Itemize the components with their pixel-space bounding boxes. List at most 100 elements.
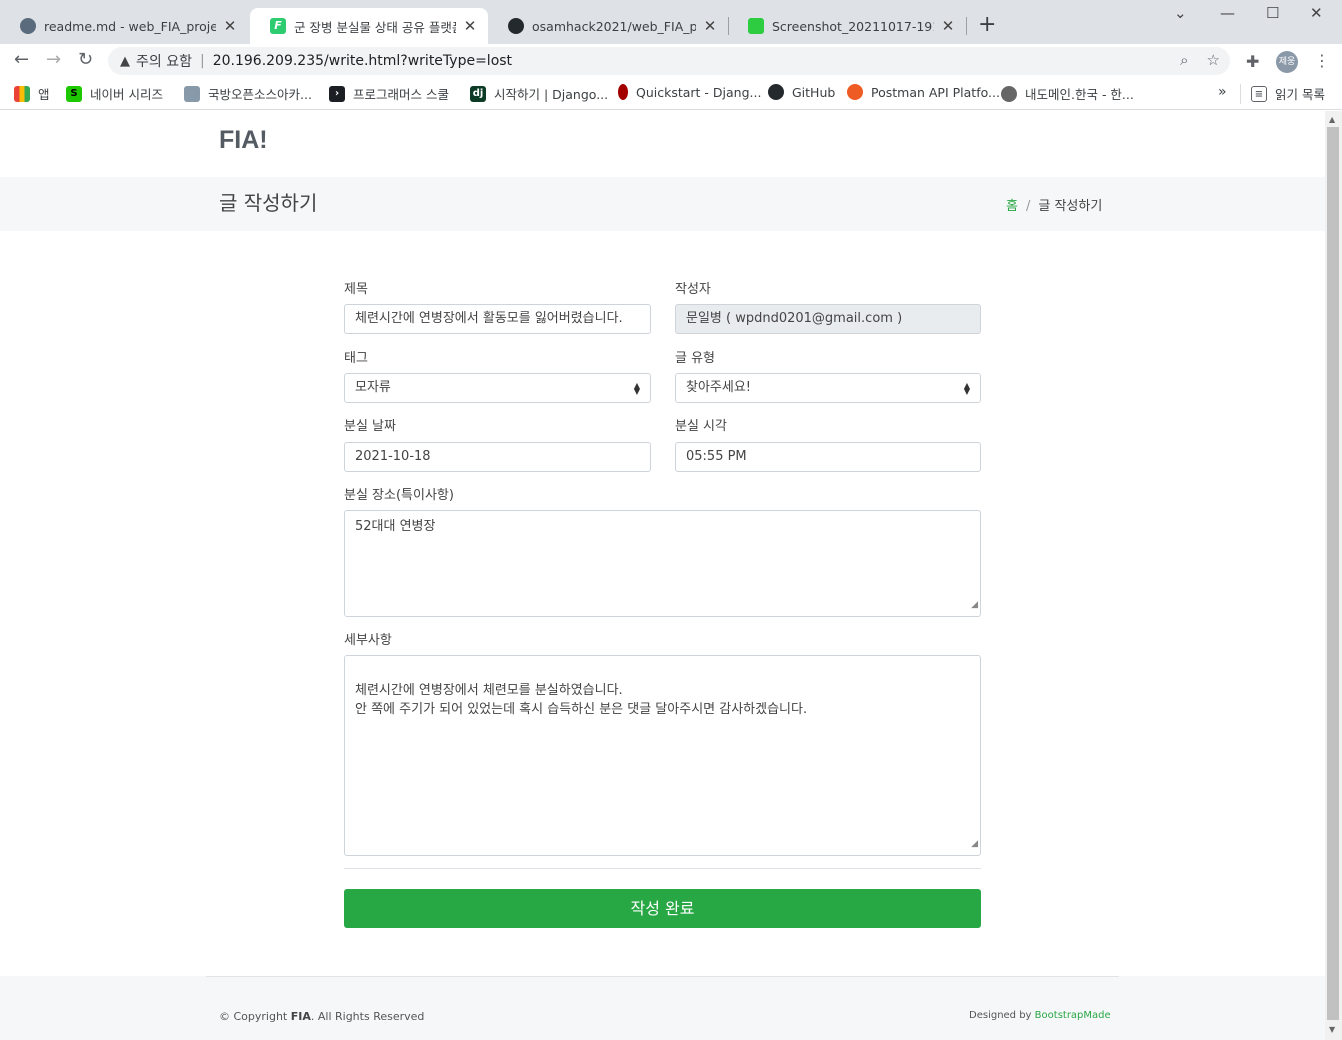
kakao-icon [748,18,764,34]
bookmark-osam[interactable]: 국방오픈소스아카... [184,84,312,103]
tag-label: 태그 [344,351,368,366]
footer-divider [206,976,1119,977]
page-title: 글 작성하기 [219,191,318,215]
browser-tab-strip: readme.md - web_FIA_projectFIA ✕ F 군 장병 … [0,0,1342,44]
reading-list-icon: ≡ [1251,85,1267,102]
scrollbar-thumb[interactable] [1327,127,1339,1020]
post-type-selected-value: 찾아주세요! [686,380,752,395]
bookmark-label: GitHub [792,84,836,100]
close-icon[interactable]: ✕ [462,17,478,35]
bookmark-label: 내도메인.한국 - 한... [1025,87,1134,102]
scroll-up-arrow-icon[interactable]: ▲ [1329,115,1335,124]
bookmark-github[interactable]: GitHub [768,84,835,100]
bookmark-drf[interactable]: Quickstart - Djang... [618,84,761,100]
bookmark-label: 시작하기 | Django... [494,87,609,102]
bookmark-django[interactable]: dj 시작하기 | Django... [470,84,608,103]
github-icon [508,18,524,34]
bookmark-label: 앱 [38,87,50,102]
scroll-down-arrow-icon[interactable]: ▼ [1329,1025,1335,1034]
lost-date-label: 분실 날짜 [344,419,396,434]
title-input[interactable]: 체련시간에 연병장에서 활동모를 잃어버렸습니다. [344,304,651,334]
tab-screenshot[interactable]: Screenshot_20211017-191029_K ✕ [728,8,966,44]
globe-icon [1001,85,1017,102]
designer-link[interactable]: BootstrapMade [1035,1010,1111,1021]
author-label: 작성자 [675,282,711,297]
submit-button[interactable]: 작성 완료 [344,889,981,928]
close-icon[interactable]: ✕ [222,17,238,35]
bookmark-apps[interactable]: 앱 [14,84,50,103]
detail-textarea[interactable]: 체련시간에 연병장에서 체련모를 분실하였습니다. 안 쪽에 주기가 되어 있었… [344,655,981,856]
osam-icon [184,85,200,102]
warning-triangle-icon[interactable]: ▲ [120,54,130,69]
bookmark-postman[interactable]: Postman API Platfo... [847,84,1000,100]
breadcrumb-home-link[interactable]: 홈 [1006,199,1018,214]
reload-icon[interactable]: ↻ [78,50,93,70]
django-icon: dj [470,85,486,102]
reading-list[interactable]: ≡ 읽기 목록 [1251,84,1325,103]
bookmark-label: 네이버 시리즈 [90,87,163,102]
credits: Designed by BootstrapMade [969,1010,1111,1021]
lost-place-textarea[interactable]: 52대대 연병장 ◢ [344,510,981,617]
footer: © Copyright FIA. All Rights Reserved Des… [0,976,1325,1040]
site-logo[interactable]: FIA! [219,126,268,155]
close-icon[interactable]: ✕ [940,17,956,35]
new-tab-plus-icon[interactable]: + [978,14,996,36]
bookmark-naver-series[interactable]: S 네이버 시리즈 [66,84,163,103]
maximize-icon[interactable]: ☐ [1266,4,1279,22]
security-warning-text[interactable]: 주의 요함 [136,51,192,71]
bookmarks-divider [1240,84,1241,104]
lost-time-input[interactable]: 05:55 PM [675,442,981,472]
breadcrumb: 홈 / 글 작성하기 [1006,195,1102,214]
zoom-magnifier-icon[interactable]: ⌕ [1180,51,1188,69]
tab-write-page[interactable]: F 군 장병 분실물 상태 공유 플랫폼 ✕ [250,8,488,44]
close-icon[interactable]: ✕ [702,17,718,35]
page-scrollbar[interactable]: ▲ ▼ [1325,111,1342,1040]
reading-list-label: 읽기 목록 [1275,87,1325,102]
programmers-icon: › [329,85,345,102]
url-text[interactable]: 20.196.209.235/write.html?writeType=lost [213,53,512,69]
select-caret-icon: ▲ ▼ [963,381,970,396]
bookmark-star-icon[interactable]: ☆ [1207,51,1220,69]
tag-select[interactable]: 모자류 ▲ ▼ [344,373,651,403]
post-type-label: 글 유형 [675,351,716,366]
omnibox-divider: | [199,53,205,69]
bookmark-label: 프로그래머스 스쿨 [353,87,449,102]
tab-github-repo[interactable]: osamhack2021/web_FIA_project ✕ [488,8,728,44]
bookmark-label: Postman API Platfo... [871,84,1000,100]
bookmark-label: 국방오픈소스아카... [208,87,312,102]
back-arrow-icon[interactable]: ← [14,50,29,70]
forward-arrow-icon[interactable]: → [46,50,61,70]
resize-grip-icon[interactable]: ◢ [971,835,978,854]
address-bar[interactable]: ▲ 주의 요함 | 20.196.209.235/write.html?writ… [108,47,1230,75]
tab-search-chevron-icon[interactable]: ⌄ [1174,4,1187,22]
bookmarks-bar: 앱 S 네이버 시리즈 국방오픈소스아카... › 프로그래머스 스쿨 dj 시… [0,78,1342,110]
menu-kebab-icon[interactable]: ⋮ [1314,51,1330,70]
tab-readme[interactable]: readme.md - web_FIA_projectFIA ✕ [0,8,248,44]
extensions-puzzle-icon[interactable]: ✚ [1246,52,1259,71]
bookmarks-overflow-chevron[interactable]: » [1218,84,1227,100]
naver-series-icon: S [66,85,82,102]
lost-date-input[interactable]: 2021-10-18 [344,442,651,472]
bookmark-label: Quickstart - Djang... [636,84,762,100]
detail-text: 체련시간에 연병장에서 체련모를 분실하였습니다. 안 쪽에 주기가 되어 있었… [355,683,808,717]
form-divider [344,868,981,869]
drf-icon [618,84,628,100]
lost-place-text: 52대대 연병장 [355,519,436,534]
tab-title: 군 장병 분실물 상태 공유 플랫폼 [294,19,456,35]
profile-avatar[interactable]: 제웅 [1276,51,1298,73]
resize-grip-icon[interactable]: ◢ [971,596,978,615]
window-close-icon[interactable]: ✕ [1310,4,1323,22]
browser-toolbar: ← → ↻ ▲ 주의 요함 | 20.196.209.235/write.htm… [0,44,1342,78]
title-label: 제목 [344,282,368,297]
minimize-icon[interactable]: — [1220,4,1235,22]
lost-place-label: 분실 장소(특이사항) [344,488,454,503]
breadcrumb-separator: / [1025,199,1031,214]
github-icon [768,84,784,100]
apps-grid-icon [14,85,30,102]
bookmark-programmers[interactable]: › 프로그래머스 스쿨 [329,84,449,103]
tag-selected-value: 모자류 [355,380,391,395]
page-viewport: FIA! 글 작성하기 홈 / 글 작성하기 제목 체련시간에 연병장에서 활동모를… [0,111,1325,1040]
breadcrumb-current: 글 작성하기 [1038,199,1103,214]
bookmark-domain[interactable]: 내도메인.한국 - 한... [1001,84,1134,103]
post-type-select[interactable]: 찾아주세요! ▲ ▼ [675,373,981,403]
